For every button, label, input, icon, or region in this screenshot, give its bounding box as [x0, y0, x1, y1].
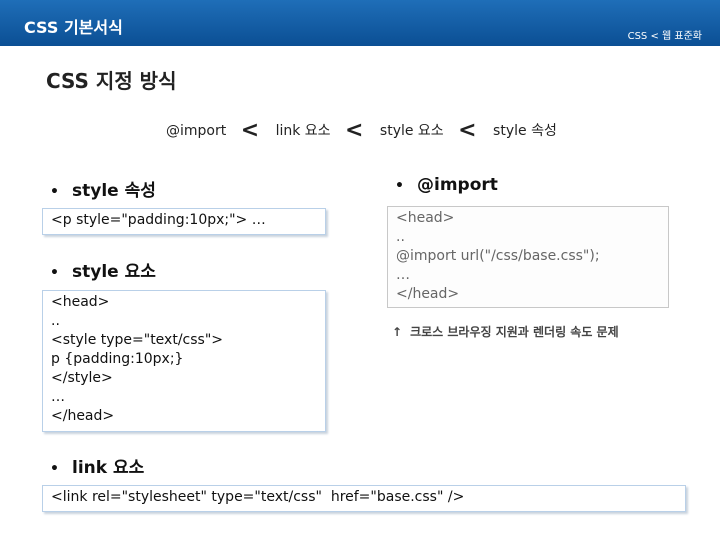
import-heading-text: @import	[417, 175, 498, 195]
link-element-heading: • link 요소	[50, 453, 144, 478]
priority-separator: <	[240, 118, 260, 143]
import-code: <head> .. @import url("/css/base.css"); …	[387, 206, 669, 308]
import-heading: • @import	[395, 175, 498, 195]
priority-separator: <	[458, 118, 477, 143]
section-title: CSS 지정 방식	[46, 69, 177, 93]
priority-item-style-attr: style 속성	[493, 123, 557, 139]
style-element-heading: • style 요소	[50, 257, 156, 282]
bullet-icon: •	[50, 265, 59, 281]
style-attr-code: <p style="padding:10px;"> …	[42, 208, 326, 235]
priority-separator: <	[345, 118, 364, 143]
bullet-icon: •	[50, 461, 59, 477]
up-arrow-icon: ↑	[392, 325, 403, 339]
style-attr-heading: • style 속성	[50, 176, 156, 201]
bullet-icon: •	[395, 178, 404, 194]
style-attr-heading-text: style 속성	[72, 181, 156, 201]
browser-note-text: 크로스 브라우징 지원과 렌더링 속도 문제	[410, 325, 619, 339]
link-element-heading-text: link 요소	[72, 458, 145, 478]
style-element-code: <head> .. <style type="text/css"> p {pad…	[42, 290, 326, 432]
priority-item-import: @import	[166, 123, 227, 139]
header-subtitle: CSS < 웹 표준화	[627, 31, 702, 42]
browser-note: ↑ 크로스 브라우징 지원과 렌더링 속도 문제	[392, 323, 619, 340]
bullet-icon: •	[50, 184, 59, 200]
link-element-code: <link rel="stylesheet" type="text/css" h…	[42, 485, 686, 512]
style-element-heading-text: style 요소	[72, 262, 156, 282]
header-title: CSS 기본서식	[24, 18, 123, 37]
priority-order: @import < link 요소 < style 요소 < style 속성	[166, 116, 557, 143]
priority-item-link: link 요소	[275, 123, 331, 139]
priority-item-style-element: style 요소	[379, 123, 444, 139]
header-bar: CSS 기본서식 CSS < 웹 표준화	[0, 0, 720, 46]
